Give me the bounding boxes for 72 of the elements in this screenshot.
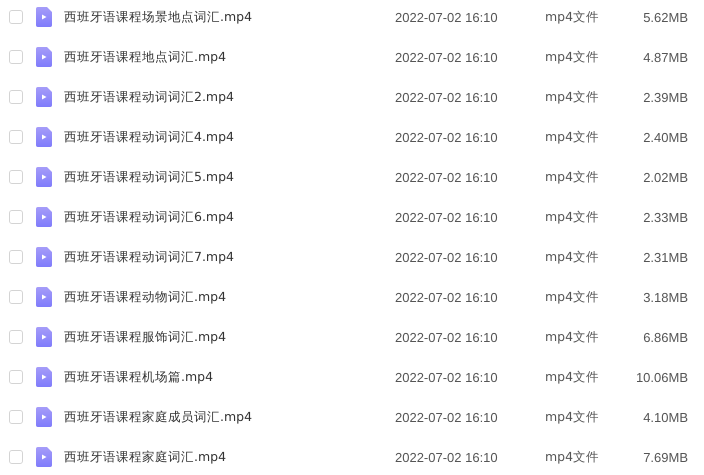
- video-file-icon: [36, 447, 52, 467]
- file-name[interactable]: 西班牙语课程动词词汇4.mp4: [64, 128, 395, 146]
- file-size: 3.18MB: [642, 290, 688, 304]
- file-type: mp4文件: [545, 48, 600, 66]
- modified-date: 2022-07-02 16:10: [395, 410, 499, 424]
- video-file-icon: [36, 47, 52, 67]
- file-size: 2.31MB: [642, 250, 688, 264]
- checkbox[interactable]: [9, 290, 23, 304]
- file-size: 6.86MB: [642, 330, 688, 344]
- file-name[interactable]: 西班牙语课程家庭成员词汇.mp4: [64, 408, 395, 426]
- file-type: mp4文件: [545, 368, 600, 386]
- file-name[interactable]: 西班牙语课程动词词汇7.mp4: [64, 248, 395, 266]
- file-size: 5.62MB: [642, 10, 688, 24]
- video-file-icon: [36, 287, 52, 307]
- file-size: 2.33MB: [642, 210, 688, 224]
- modified-date: 2022-07-02 16:10: [395, 90, 499, 104]
- video-file-icon: [36, 207, 52, 227]
- checkbox[interactable]: [9, 90, 23, 104]
- file-type: mp4文件: [545, 288, 600, 306]
- checkbox[interactable]: [9, 450, 23, 464]
- checkbox[interactable]: [9, 170, 23, 184]
- file-type: mp4文件: [545, 448, 600, 466]
- file-name[interactable]: 西班牙语课程场景地点词汇.mp4: [64, 8, 395, 26]
- checkbox[interactable]: [9, 410, 23, 424]
- modified-date: 2022-07-02 16:10: [395, 250, 499, 264]
- file-type: mp4文件: [545, 88, 600, 106]
- file-size: 2.40MB: [642, 130, 688, 144]
- video-file-icon: [36, 247, 52, 267]
- checkbox[interactable]: [9, 250, 23, 264]
- modified-date: 2022-07-02 16:10: [395, 450, 499, 464]
- file-type: mp4文件: [545, 8, 600, 26]
- file-size: 4.10MB: [642, 410, 688, 424]
- file-type: mp4文件: [545, 408, 600, 426]
- video-file-icon: [36, 367, 52, 387]
- modified-date: 2022-07-02 16:10: [395, 330, 499, 344]
- checkbox[interactable]: [9, 370, 23, 384]
- modified-date: 2022-07-02 16:10: [395, 170, 499, 184]
- file-size: 2.39MB: [642, 90, 688, 104]
- file-type: mp4文件: [545, 168, 600, 186]
- checkbox[interactable]: [9, 10, 23, 24]
- video-file-icon: [36, 327, 52, 347]
- file-name[interactable]: 西班牙语课程动词词汇5.mp4: [64, 168, 395, 186]
- file-type: mp4文件: [545, 328, 600, 346]
- video-file-icon: [36, 87, 52, 107]
- file-name[interactable]: 西班牙语课程地点词汇.mp4: [64, 48, 395, 66]
- file-name[interactable]: 西班牙语课程动词词汇6.mp4: [64, 208, 395, 226]
- checkbox[interactable]: [9, 130, 23, 144]
- file-name[interactable]: 西班牙语课程动词词汇2.mp4: [64, 88, 395, 106]
- modified-date: 2022-07-02 16:10: [395, 130, 499, 144]
- file-size: 4.87MB: [642, 50, 688, 64]
- file-name[interactable]: 西班牙语课程动物词汇.mp4: [64, 288, 395, 306]
- checkbox[interactable]: [9, 330, 23, 344]
- video-file-icon: [36, 127, 52, 147]
- modified-date: 2022-07-02 16:10: [395, 370, 499, 384]
- file-type: mp4文件: [545, 208, 600, 226]
- video-file-icon: [36, 7, 52, 27]
- checkbox[interactable]: [9, 50, 23, 64]
- modified-date: 2022-07-02 16:10: [395, 290, 499, 304]
- file-type: mp4文件: [545, 128, 600, 146]
- file-type: mp4文件: [545, 248, 600, 266]
- modified-date: 2022-07-02 16:10: [395, 10, 499, 24]
- video-file-icon: [36, 407, 52, 427]
- file-name[interactable]: 西班牙语课程家庭词汇.mp4: [64, 448, 395, 466]
- file-name[interactable]: 西班牙语课程服饰词汇.mp4: [64, 328, 395, 346]
- file-size: 10.06MB: [634, 370, 688, 384]
- file-size: 2.02MB: [642, 170, 688, 184]
- checkbox[interactable]: [9, 210, 23, 224]
- file-size: 7.69MB: [642, 450, 688, 464]
- modified-date: 2022-07-02 16:10: [395, 210, 499, 224]
- video-file-icon: [36, 167, 52, 187]
- file-name[interactable]: 西班牙语课程机场篇.mp4: [64, 368, 395, 386]
- modified-date: 2022-07-02 16:10: [395, 50, 499, 64]
